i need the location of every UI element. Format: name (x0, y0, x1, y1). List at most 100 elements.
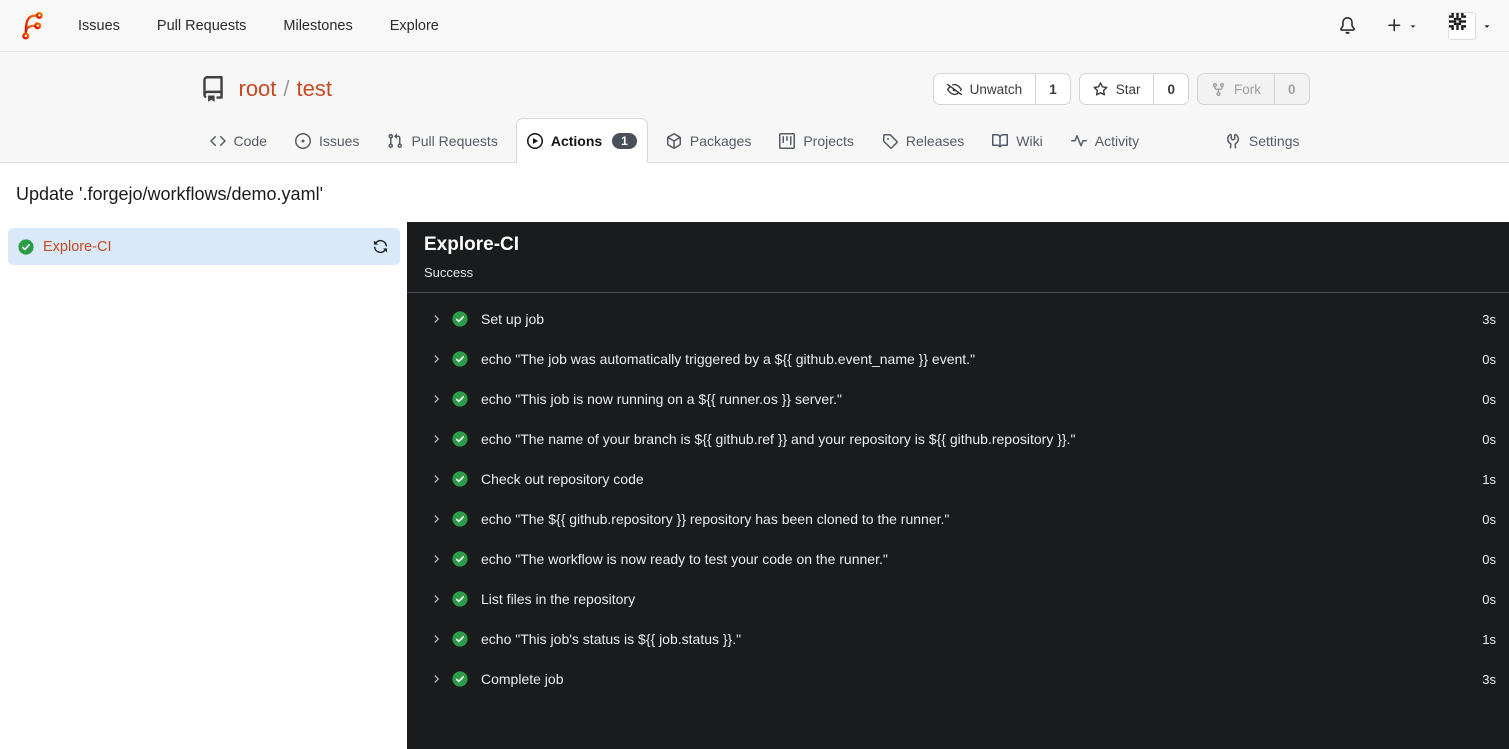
console-header: Explore-CI Success (407, 222, 1509, 293)
tab-label: Actions (550, 133, 603, 149)
fork-icon (1212, 82, 1225, 96)
step-row[interactable]: echo "The ${{ github.repository }} repos… (407, 499, 1509, 539)
steps-list: Set up job 3s echo "The job was automatica… (407, 293, 1509, 749)
repo-name-link[interactable]: test (297, 76, 332, 102)
check-circle-icon (452, 311, 468, 327)
step-row[interactable]: echo "The job was automatically triggere… (407, 339, 1509, 379)
step-name: Set up job (481, 311, 545, 327)
job-item-explore-ci[interactable]: Explore-CI (8, 228, 400, 265)
fork-button: Fork (1198, 74, 1275, 104)
sync-icon (373, 239, 388, 254)
jobs-sidebar: Explore-CI (0, 222, 407, 749)
check-circle-icon (452, 551, 468, 567)
step-duration: 0s (1482, 511, 1496, 527)
unwatch-button[interactable]: Unwatch (934, 74, 1037, 104)
check-circle-icon (452, 631, 468, 647)
step-name: echo "The job was automatically triggere… (481, 351, 976, 367)
step-row[interactable]: Check out repository code 1s (407, 459, 1509, 499)
create-new-button[interactable] (1386, 17, 1418, 34)
console-job-status: Success (424, 265, 474, 280)
tab-issues[interactable]: Issues (285, 119, 369, 163)
check-circle-icon (452, 671, 468, 687)
step-duration: 0s (1482, 351, 1496, 367)
tab-packages[interactable]: Packages (656, 119, 761, 163)
user-menu-button[interactable] (1448, 11, 1492, 40)
chevron-right-icon (434, 315, 439, 323)
forgejo-logo[interactable] (17, 10, 48, 41)
step-name: echo "This job is now running on a ${{ r… (481, 391, 842, 407)
tab-code[interactable]: Code (200, 119, 277, 163)
star-button[interactable]: Star (1080, 74, 1155, 104)
navbar-links: Issues Pull Requests Milestones Explore (78, 18, 476, 34)
tab-activity[interactable]: Activity (1061, 119, 1149, 163)
step-duration: 3s (1482, 311, 1496, 327)
run-title: Update '.forgejo/workflows/demo.yaml' (16, 184, 324, 204)
step-duration: 3s (1482, 671, 1496, 687)
step-name: Complete job (481, 671, 564, 687)
chevron-right-icon (434, 395, 439, 403)
play-circle-icon (526, 133, 543, 149)
triangle-down-icon (1484, 24, 1490, 28)
identicon-avatar (1449, 12, 1466, 30)
step-row[interactable]: echo "This job is now running on a ${{ r… (407, 379, 1509, 419)
star-count[interactable]: 0 (1154, 74, 1188, 104)
unwatch-count[interactable]: 1 (1036, 74, 1070, 104)
repo-action-star: Star 0 (1078, 73, 1189, 105)
tab-label: Issues (318, 133, 360, 149)
step-row[interactable]: Complete job 3s (407, 659, 1509, 699)
step-row[interactable]: echo "The name of your branch is ${{ git… (407, 419, 1509, 459)
check-circle-icon (452, 511, 468, 527)
navbar-right (1339, 11, 1492, 40)
repo-owner-link[interactable]: root (239, 76, 277, 102)
tab-label: Projects (803, 133, 854, 149)
step-row[interactable]: echo "The workflow is now ready to test … (407, 539, 1509, 579)
step-row[interactable]: Set up job 3s (407, 299, 1509, 339)
tab-projects[interactable]: Projects (769, 119, 864, 163)
chevron-right-icon (434, 475, 439, 483)
repo-breadcrumb: root / test (239, 76, 333, 102)
step-name: echo "The name of your branch is ${{ git… (481, 431, 1076, 447)
eye-closed-icon (946, 83, 962, 95)
job-label: Explore-CI (43, 238, 112, 255)
tab-wiki[interactable]: Wiki (982, 119, 1052, 163)
repo-icon (202, 76, 223, 102)
breadcrumb-separator: / (283, 76, 290, 101)
step-name: echo "The ${{ github.repository }} repos… (481, 511, 950, 527)
check-circle-icon (452, 391, 468, 407)
check-circle-icon (452, 351, 468, 367)
fork-count[interactable]: 0 (1275, 74, 1309, 104)
star-label: Star (1115, 81, 1141, 97)
tab-label: Pull Requests (411, 133, 498, 149)
tab-actions[interactable]: Actions 1 (515, 118, 648, 163)
tag-icon (882, 134, 898, 149)
tab-label: Wiki (1016, 133, 1043, 149)
chevron-right-icon (434, 355, 439, 363)
tools-icon (1226, 133, 1239, 149)
code-icon (209, 135, 226, 147)
top-navbar: Issues Pull Requests Milestones Explore (0, 0, 1509, 52)
nav-link-explore[interactable]: Explore (390, 18, 439, 34)
nav-link-pull-requests[interactable]: Pull Requests (157, 18, 246, 34)
nav-link-milestones[interactable]: Milestones (283, 18, 352, 34)
project-icon (779, 133, 796, 149)
step-duration: 1s (1482, 631, 1496, 647)
nav-link-issues[interactable]: Issues (78, 18, 120, 34)
check-circle-icon (18, 238, 34, 255)
refresh-job-button[interactable] (373, 239, 388, 254)
avatar (1448, 11, 1476, 40)
step-duration: 1s (1482, 471, 1496, 487)
notifications-button[interactable] (1339, 17, 1356, 34)
job-console: Explore-CI Success Set up job 3s echo "The… (407, 222, 1509, 749)
chevron-right-icon (434, 435, 439, 443)
step-row[interactable]: echo "This job's status is ${{ job.statu… (407, 619, 1509, 659)
tab-settings[interactable]: Settings (1215, 119, 1310, 163)
tab-releases[interactable]: Releases (872, 119, 974, 163)
tab-pull-requests[interactable]: Pull Requests (377, 119, 507, 163)
step-duration: 0s (1482, 391, 1496, 407)
chevron-right-icon (434, 675, 439, 683)
step-row[interactable]: List files in the repository 0s (407, 579, 1509, 619)
pulse-icon (1070, 135, 1087, 147)
console-job-title: Explore-CI (424, 234, 520, 255)
tab-count-badge: 1 (612, 133, 637, 149)
repo-icon (200, 76, 226, 102)
